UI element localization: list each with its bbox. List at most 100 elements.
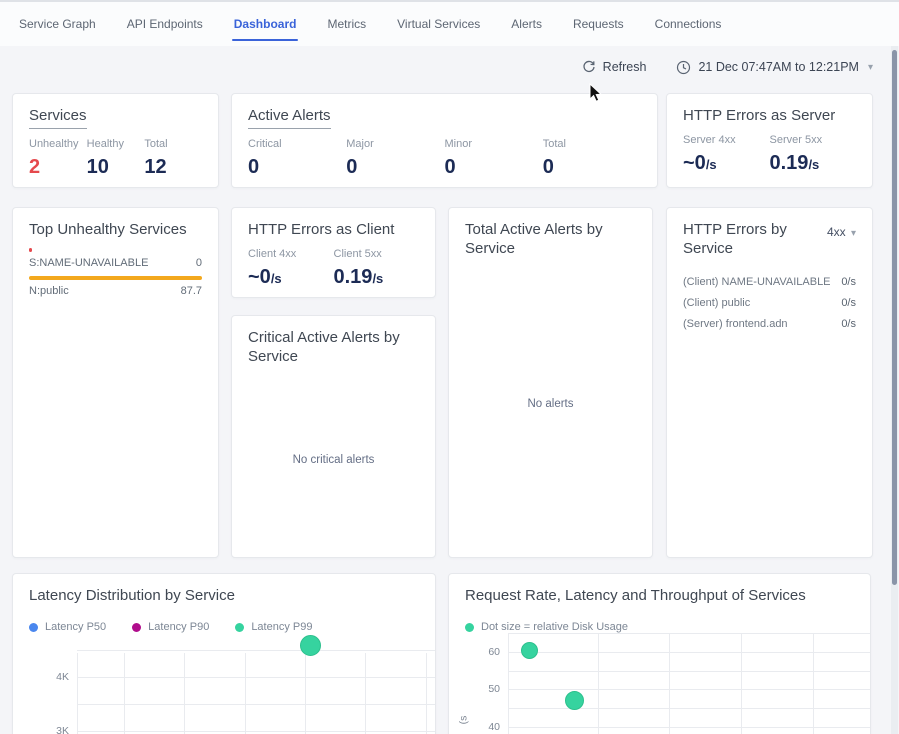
http-errors-server-title: HTTP Errors as Server bbox=[683, 106, 856, 125]
bar-fill bbox=[29, 276, 202, 280]
stat-unit: /s bbox=[372, 271, 383, 286]
service-health-bar bbox=[29, 248, 202, 252]
dashboard-screen: Service Graph API Endpoints Dashboard Metri… bbox=[0, 0, 899, 734]
toolbar: Refresh 21 Dec 07:47AM to 12:21PM ▾ bbox=[582, 53, 873, 81]
y-axis-label-partial: (s bbox=[457, 716, 469, 725]
unhealthy-service-row: S:NAME-UNAVAILABLE0 bbox=[29, 248, 202, 269]
stat-label: Client 5xx bbox=[334, 248, 420, 260]
tab-api-endpoints[interactable]: API Endpoints bbox=[125, 3, 205, 45]
stat-client-4xx: Client 4xx ~0/s bbox=[248, 248, 334, 289]
y-tick-label: 50 bbox=[470, 683, 500, 695]
stat-label: Total bbox=[144, 138, 202, 150]
error-row-label: (Server) frontend.adn bbox=[683, 318, 788, 330]
request-rate-plot: 60 50 40 bbox=[449, 574, 870, 734]
critical-alerts-title: Critical Active Alerts by Service bbox=[248, 328, 419, 366]
time-range-picker[interactable]: 21 Dec 07:47AM to 12:21PM ▾ bbox=[676, 60, 873, 75]
grid-line-vertical bbox=[365, 653, 366, 734]
stat-value: 0.19/s bbox=[770, 152, 857, 175]
stat-value: ~0/s bbox=[683, 152, 770, 175]
stat-label: Client 4xx bbox=[248, 248, 334, 260]
grid-line-vertical bbox=[508, 633, 509, 734]
stat-value: 0 bbox=[543, 156, 641, 179]
latency-distribution-card: Latency Distribution by Service Latency … bbox=[12, 573, 436, 734]
grid-line-horizontal bbox=[508, 727, 870, 728]
grid-line-vertical bbox=[124, 653, 125, 734]
data-point bbox=[521, 642, 538, 659]
stat-label: Critical bbox=[248, 138, 346, 150]
tab-connections[interactable]: Connections bbox=[653, 3, 724, 45]
chevron-down-icon: ▾ bbox=[868, 62, 873, 73]
stat-healthy: Healthy 10 bbox=[87, 138, 145, 179]
error-class-dropdown[interactable]: 4xx ▾ bbox=[827, 225, 856, 239]
grid-line-vertical bbox=[813, 633, 814, 734]
top-unhealthy-services-card: Top Unhealthy Services S:NAME-UNAVAILABL… bbox=[12, 207, 219, 558]
tab-virtual-services[interactable]: Virtual Services bbox=[395, 3, 482, 45]
nav-tabs: Service Graph API Endpoints Dashboard Metri… bbox=[0, 0, 899, 46]
stat-label: Unhealthy bbox=[29, 138, 87, 150]
latency-plot: 4K3K bbox=[13, 574, 435, 734]
service-name: S:NAME-UNAVAILABLE bbox=[29, 257, 148, 269]
services-card-title: Services bbox=[29, 106, 202, 129]
grid-line-horizontal bbox=[77, 677, 435, 678]
refresh-label: Refresh bbox=[603, 60, 647, 74]
y-tick-label: 60 bbox=[470, 646, 500, 658]
grid-line-vertical bbox=[245, 653, 246, 734]
error-row-value: 0/s bbox=[841, 276, 856, 288]
scrollbar-thumb[interactable] bbox=[892, 50, 897, 585]
top-unhealthy-services-title: Top Unhealthy Services bbox=[29, 220, 202, 239]
error-rate-row: (Client) public 0/s bbox=[683, 292, 856, 313]
stat-unit: /s bbox=[271, 271, 282, 286]
stat-value: ~0/s bbox=[248, 266, 334, 289]
grid-line-vertical bbox=[669, 633, 670, 734]
http-errors-client-stats: Client 4xx ~0/sClient 5xx0.19/s bbox=[248, 248, 419, 289]
http-errors-client-title: HTTP Errors as Client bbox=[248, 220, 419, 239]
stat-value: 0 bbox=[346, 156, 444, 179]
unhealthy-service-row: N:public87.7 bbox=[29, 276, 202, 297]
error-row-value: 0/s bbox=[841, 297, 856, 309]
grid-line-horizontal bbox=[508, 633, 870, 634]
stat-unhealthy: Unhealthy2 bbox=[29, 138, 87, 179]
service-row-label: N:public87.7 bbox=[29, 285, 202, 297]
critical-alerts-empty-text: No critical alerts bbox=[232, 454, 435, 466]
total-alerts-empty-text: No alerts bbox=[449, 398, 652, 410]
grid-line-horizontal bbox=[77, 731, 435, 732]
stat-minor: Minor 0 bbox=[445, 138, 543, 179]
stat-label: Minor bbox=[445, 138, 543, 150]
error-row-label: (Client) public bbox=[683, 297, 750, 309]
error-rate-row: (Client) NAME-UNAVAILABLE0/s bbox=[683, 271, 856, 292]
tab-service-graph[interactable]: Service Graph bbox=[17, 3, 98, 45]
stat-label: Total bbox=[543, 138, 641, 150]
data-point bbox=[300, 635, 321, 656]
tab-alerts[interactable]: Alerts bbox=[509, 3, 544, 45]
time-range-label: 21 Dec 07:47AM to 12:21PM bbox=[698, 60, 859, 74]
stat-client-5xx: Client 5xx0.19/s bbox=[334, 248, 420, 289]
stat-value: 12 bbox=[144, 156, 202, 179]
http-errors-server-card: HTTP Errors as Server Server 4xx~0/sServ… bbox=[666, 93, 873, 188]
stat-label: Major bbox=[346, 138, 444, 150]
error-rate-row: (Server) frontend.adn 0/s bbox=[683, 313, 856, 334]
tab-dashboard[interactable]: Dashboard bbox=[232, 3, 299, 45]
http-errors-by-service-rows: (Client) NAME-UNAVAILABLE0/s(Client) pub… bbox=[683, 271, 856, 334]
tab-metrics[interactable]: Metrics bbox=[325, 3, 368, 45]
refresh-button[interactable]: Refresh bbox=[582, 60, 647, 74]
services-stats: Unhealthy2Healthy 10 Total 12 bbox=[29, 138, 202, 179]
grid-line-vertical bbox=[305, 653, 306, 734]
stat-value: 10 bbox=[87, 156, 145, 179]
stat-value: 0 bbox=[445, 156, 543, 179]
active-alerts-stats: Critical0Major0Minor0Total0 bbox=[248, 138, 641, 179]
stat-server-4xx: Server 4xx~0/s bbox=[683, 134, 770, 175]
tab-requests[interactable]: Requests bbox=[571, 3, 626, 45]
grid-line-vertical bbox=[426, 653, 427, 734]
active-alerts-card: Active Alerts Critical0Major0Minor0Total… bbox=[231, 93, 658, 188]
stat-label: Healthy bbox=[87, 138, 145, 150]
grid-line-vertical bbox=[598, 633, 599, 734]
error-row-value: 0/s bbox=[841, 318, 856, 330]
chevron-down-icon: ▾ bbox=[851, 228, 856, 239]
http-errors-by-service-title: HTTP Errors by Service bbox=[683, 220, 801, 258]
y-tick-label: 40 bbox=[470, 721, 500, 733]
stat-value: 0 bbox=[248, 156, 346, 179]
grid-line-horizontal bbox=[508, 671, 870, 672]
grid-line-horizontal bbox=[508, 708, 870, 709]
services-card: Services Unhealthy2Healthy 10 Total 12 bbox=[12, 93, 219, 188]
grid-line-horizontal bbox=[77, 650, 435, 651]
